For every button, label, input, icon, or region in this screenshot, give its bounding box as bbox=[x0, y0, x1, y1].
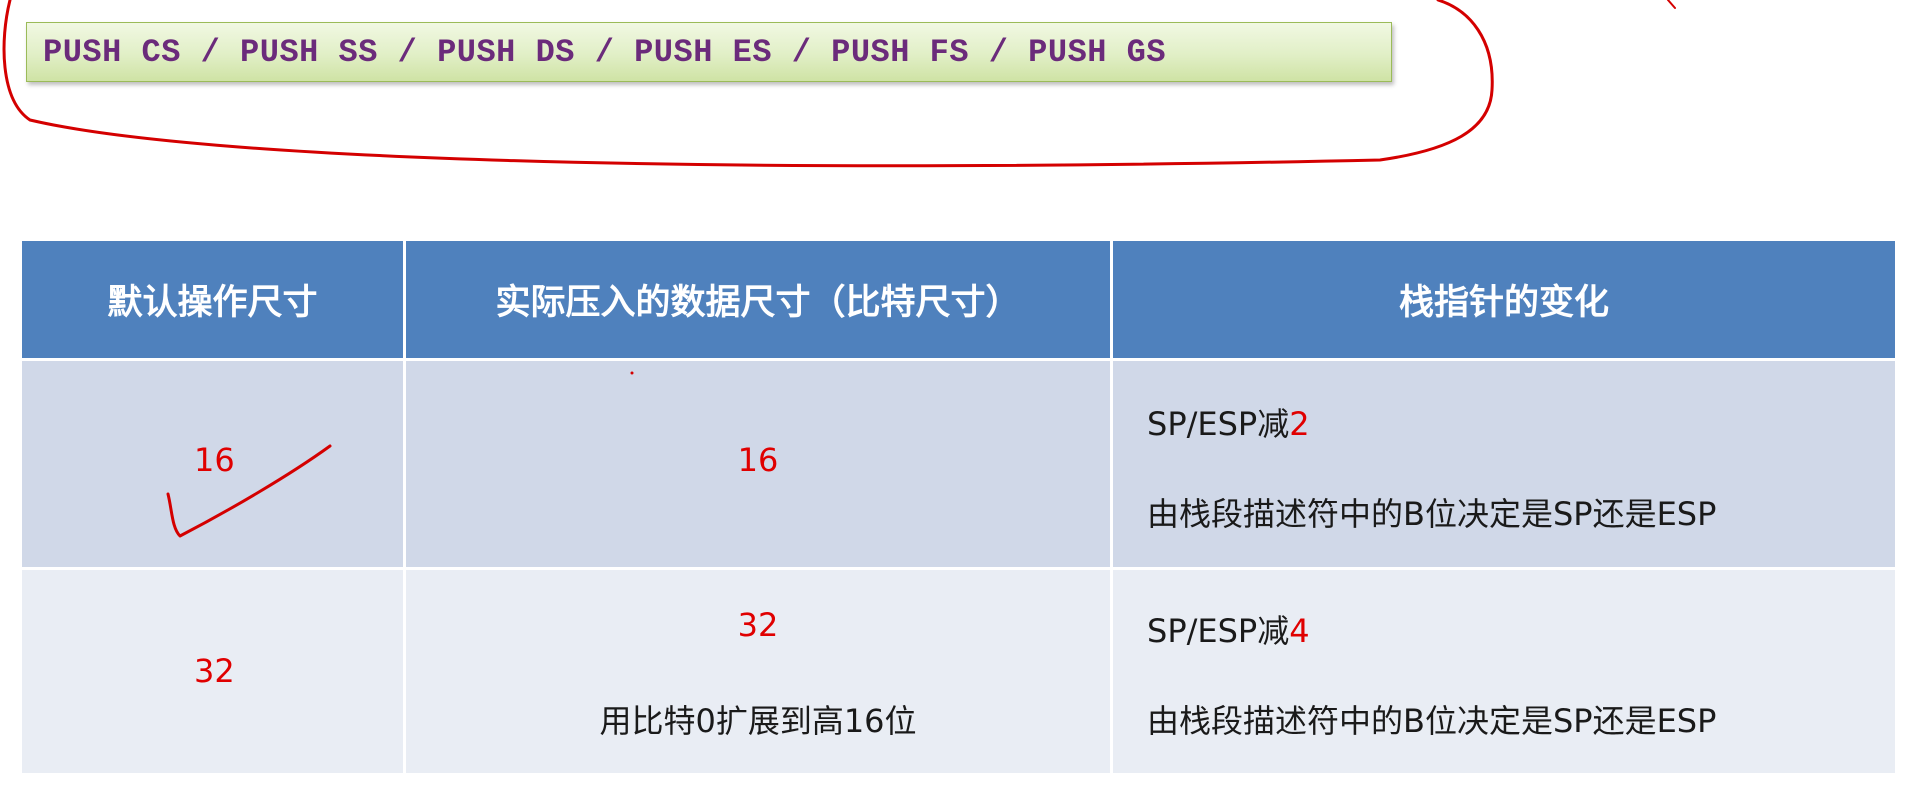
hand-drawn-dash bbox=[1667, 0, 1676, 9]
actual-size-cell: 32 用比特0扩展到高16位 bbox=[406, 570, 1110, 773]
default-size-cell: 16 bbox=[22, 361, 403, 567]
sp-change-text: SP/ESP减4 bbox=[1147, 606, 1310, 652]
sp-change-cell: SP/ESP减2 由栈段描述符中的B位决定是SP还是ESP bbox=[1113, 361, 1895, 567]
sp-change-prefix: SP/ESP减 bbox=[1147, 405, 1290, 443]
sp-change-amount: 2 bbox=[1289, 405, 1310, 443]
instruction-box: PUSH CS / PUSH SS / PUSH DS / PUSH ES / … bbox=[26, 22, 1392, 82]
sp-note: 由栈段描述符中的B位决定是SP还是ESP bbox=[1147, 495, 1717, 533]
header-default-size: 默认操作尺寸 bbox=[22, 241, 403, 358]
header-sp-change: 栈指针的变化 bbox=[1113, 241, 1895, 358]
sp-change-amount: 4 bbox=[1289, 612, 1310, 650]
instruction-text: PUSH CS / PUSH SS / PUSH DS / PUSH ES / … bbox=[43, 33, 1167, 71]
table-row: 32 32 用比特0扩展到高16位 SP/ESP减4 由栈段描述符中的B位决定是… bbox=[22, 570, 1895, 773]
actual-size-value: 16 bbox=[737, 441, 779, 479]
actual-size-cell: 16 bbox=[406, 361, 1110, 567]
sp-change-cell: SP/ESP减4 由栈段描述符中的B位决定是SP还是ESP bbox=[1113, 570, 1895, 773]
actual-size-note: 用比特0扩展到高16位 bbox=[599, 702, 917, 740]
table-header-row: 默认操作尺寸 实际压入的数据尺寸（比特尺寸） 栈指针的变化 bbox=[22, 241, 1895, 358]
default-size-value: 32 bbox=[194, 652, 235, 690]
header-actual-size: 实际压入的数据尺寸（比特尺寸） bbox=[406, 241, 1110, 358]
sp-change-text: SP/ESP减2 bbox=[1147, 399, 1310, 445]
default-size-value: 16 bbox=[194, 441, 235, 479]
push-segment-table: 默认操作尺寸 实际压入的数据尺寸（比特尺寸） 栈指针的变化 16 16 SP/E… bbox=[22, 241, 1895, 773]
default-size-cell: 32 bbox=[22, 570, 403, 773]
sp-change-prefix: SP/ESP减 bbox=[1147, 612, 1290, 650]
table-row: 16 16 SP/ESP减2 由栈段描述符中的B位决定是SP还是ESP bbox=[22, 361, 1895, 567]
actual-size-value: 32 bbox=[737, 606, 779, 644]
sp-note: 由栈段描述符中的B位决定是SP还是ESP bbox=[1147, 702, 1717, 740]
